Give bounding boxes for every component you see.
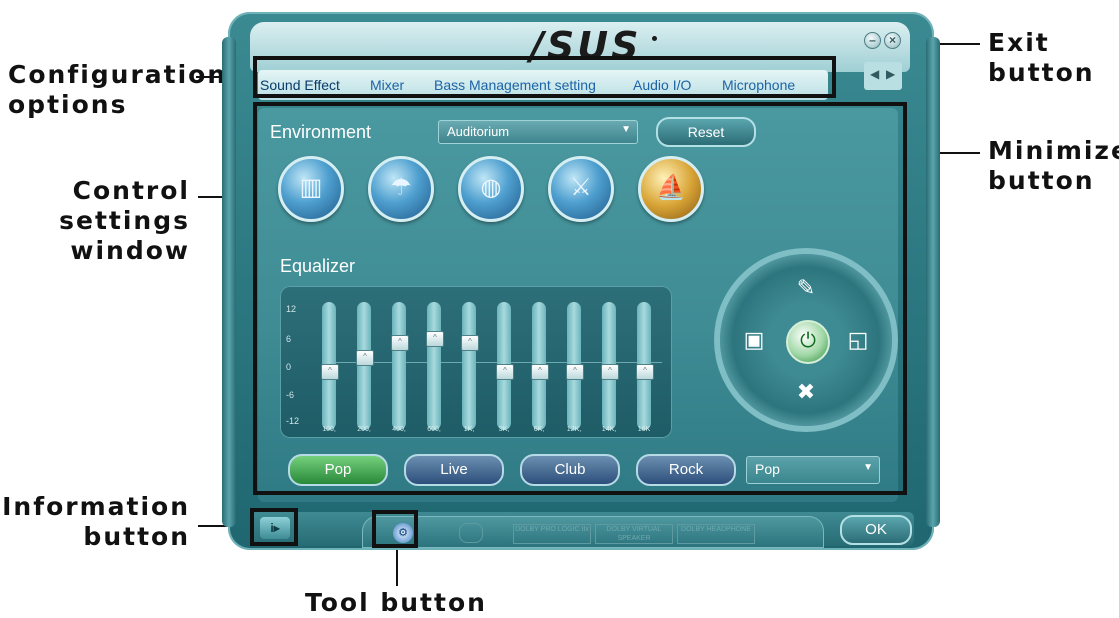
dolby-headphone-badge[interactable]: DOLBY HEADPHONE [677,524,755,544]
tab-scroll-left-icon[interactable]: ◀ [870,67,879,81]
bottom-bar: i▸ ⚙ DOLBY PRO LOGIC IIx DOLBY VIRTUAL S… [250,512,914,548]
dolby-pro-logic-badge[interactable]: DOLBY PRO LOGIC IIx [513,524,591,544]
callout-configuration-options: Configuration options [8,60,227,120]
left-rail [222,37,236,527]
callout-line: options [8,90,128,119]
ok-button[interactable]: OK [840,515,912,545]
highlight-control-settings [253,102,907,495]
callout-line: Configuration [8,60,228,89]
callout-line: Information [2,492,190,521]
leader-line [396,546,398,586]
right-rail [926,37,940,527]
highlight-tool-button [372,510,418,548]
callout-line: Exit [988,28,1050,57]
callout-minimize-button: Minimize button [988,136,1119,196]
minimize-button[interactable]: – [864,32,881,49]
callout-control-settings-window: Control settings window [59,176,190,266]
dolby-virtual-speaker-badge[interactable]: DOLBY VIRTUAL SPEAKER [595,524,673,544]
exit-button[interactable]: × [884,32,901,49]
callout-line: settings [59,206,190,235]
highlight-configuration-options [253,56,836,98]
tab-scroll-right-icon[interactable]: ▶ [886,67,895,81]
tab-scroll-arrows: ◀ ▶ [864,62,902,90]
callout-line: window [70,236,190,265]
callout-line: button [988,58,1095,87]
callout-line: Control [72,176,190,205]
registered-mark [652,36,657,41]
callout-tool-button: Tool button [305,588,487,617]
highlight-information-button [250,508,298,546]
callout-line: button [988,166,1095,195]
callout-exit-button: Exit button [988,28,1095,88]
tool-tray: ⚙ DOLBY PRO LOGIC IIx DOLBY VIRTUAL SPEA… [362,516,824,548]
callout-information-button: Information button [2,492,190,552]
callout-line: button [83,522,190,551]
headphone-icon[interactable] [459,523,483,543]
callout-line: Minimize [988,136,1119,165]
